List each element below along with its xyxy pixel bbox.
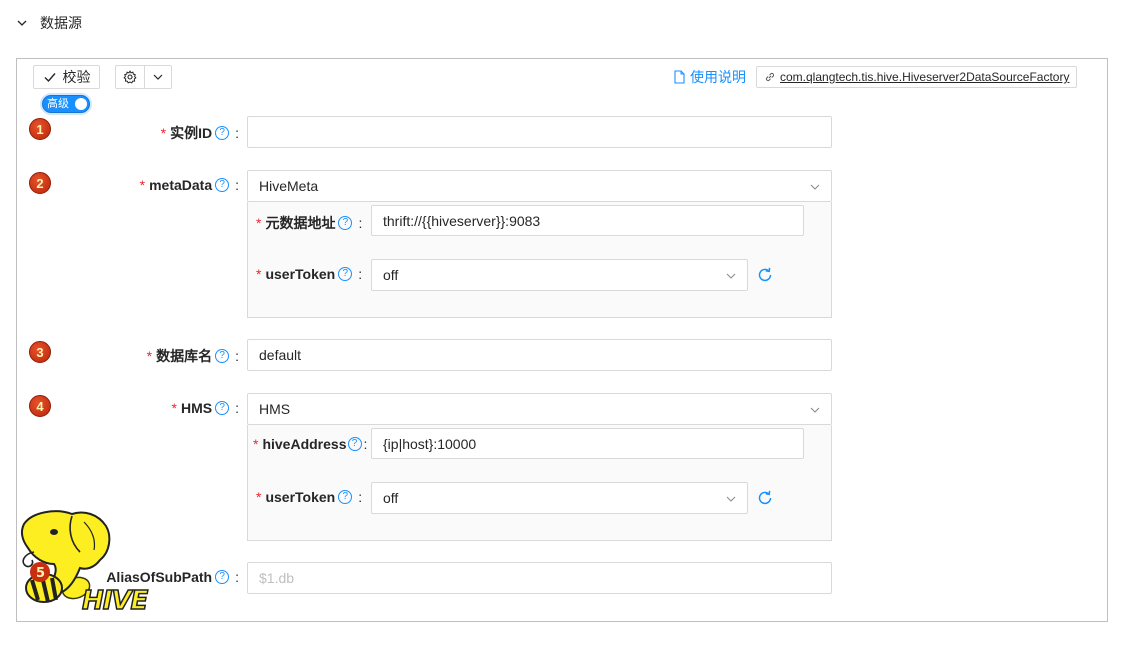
field-label-text: metaData xyxy=(149,177,213,193)
datasource-panel: 校验 高级 使用说明 com.qlangtech.tis.hive.Hivese… xyxy=(16,58,1108,622)
field-label-text: 数据库名 xyxy=(156,348,213,364)
field-label-text: 实例ID xyxy=(170,125,213,141)
instance-id-input[interactable] xyxy=(247,116,832,148)
settings-button[interactable] xyxy=(116,66,144,88)
question-circle-icon[interactable]: ? xyxy=(215,178,230,192)
section-header[interactable]: 数据源 xyxy=(16,12,82,34)
chevron-down-icon xyxy=(726,496,736,502)
refresh-icon[interactable] xyxy=(756,489,774,507)
settings-dropdown-toggle[interactable] xyxy=(144,66,171,88)
chevron-down-icon[interactable] xyxy=(16,17,28,29)
toggle-knob xyxy=(75,98,87,110)
meta-address-input[interactable]: thrift://{{hiveserver}}:9083 xyxy=(371,205,804,236)
label-colon: : xyxy=(235,177,239,193)
alias-of-subpath-placeholder: $1.db xyxy=(259,570,295,586)
section-title: 数据源 xyxy=(40,15,82,31)
field-label-hive-address: * hiveAddress ? : xyxy=(253,436,367,452)
required-mark: * xyxy=(146,348,153,364)
metadata-sub-panel: * 元数据地址 ? : thrift://{{hiveserver}}:9083… xyxy=(247,202,832,318)
label-colon: : xyxy=(358,215,363,231)
required-mark: * xyxy=(256,489,262,505)
user-token-select[interactable]: off xyxy=(371,482,748,514)
label-colon: : xyxy=(363,436,368,452)
required-mark: * xyxy=(171,400,177,416)
field-label-hms: * HMS ? : xyxy=(172,400,239,416)
field-label-metadata: * metaData ? : xyxy=(140,177,239,193)
refresh-icon[interactable] xyxy=(756,266,774,284)
step-badge: 1 xyxy=(29,118,51,140)
required-mark: * xyxy=(256,266,262,282)
field-label-instance-id: * 实例ID ? : xyxy=(161,123,239,143)
hms-select-value: HMS xyxy=(259,401,291,417)
field-label-text: userToken xyxy=(265,489,336,505)
required-mark: * xyxy=(160,125,167,141)
user-token-select[interactable]: off xyxy=(371,259,748,291)
question-circle-icon[interactable]: ? xyxy=(338,490,353,504)
user-token-select-value: off xyxy=(383,267,399,283)
check-icon xyxy=(44,73,56,83)
step-badge: 4 xyxy=(29,395,51,417)
chevron-down-icon xyxy=(726,273,736,279)
hive-logo-text: HIVE xyxy=(81,585,149,617)
chevron-down-icon xyxy=(153,74,163,80)
user-token-select-value: off xyxy=(383,490,399,506)
required-mark: * xyxy=(253,436,259,452)
settings-dropdown[interactable] xyxy=(115,65,172,89)
alias-of-subpath-input[interactable]: $1.db xyxy=(247,562,832,594)
hms-select[interactable]: HMS xyxy=(247,393,832,425)
label-colon: : xyxy=(358,266,363,282)
step-badge: 2 xyxy=(29,172,51,194)
required-mark: * xyxy=(139,177,146,193)
question-circle-icon[interactable]: ? xyxy=(215,126,230,140)
field-label-user-token: * userToken ? : xyxy=(256,266,362,282)
metadata-select[interactable]: HiveMeta xyxy=(247,170,832,202)
question-circle-icon[interactable]: ? xyxy=(215,401,230,415)
hive-address-input[interactable]: {ip|host}:10000 xyxy=(371,428,804,459)
field-label-text: hiveAddress xyxy=(262,436,347,452)
required-mark: * xyxy=(256,215,262,231)
label-colon: : xyxy=(358,489,363,505)
metadata-select-value: HiveMeta xyxy=(259,178,319,194)
label-colon: : xyxy=(235,125,239,141)
question-circle-icon[interactable]: ? xyxy=(215,349,230,363)
document-icon xyxy=(674,70,685,84)
field-label-user-token: * userToken ? : xyxy=(256,489,362,505)
question-circle-icon[interactable]: ? xyxy=(338,267,353,281)
question-circle-icon[interactable]: ? xyxy=(347,437,362,451)
hms-sub-panel: * hiveAddress ? : {ip|host}:10000 * user… xyxy=(247,425,832,541)
chevron-down-icon xyxy=(810,184,820,190)
field-label-alias-of-subpath: AliasOfSubPath ? : xyxy=(106,569,239,585)
field-label-db-name: * 数据库名 ? : xyxy=(147,346,239,366)
link-icon xyxy=(765,72,775,82)
db-name-input[interactable]: default xyxy=(247,339,832,371)
chevron-down-icon xyxy=(810,407,820,413)
verify-button[interactable]: 校验 xyxy=(33,65,100,89)
factory-class-link[interactable]: com.qlangtech.tis.hive.Hiveserver2DataSo… xyxy=(756,66,1078,88)
label-colon: : xyxy=(235,400,239,416)
label-colon: : xyxy=(235,348,239,364)
advanced-toggle[interactable]: 高级 xyxy=(42,95,90,113)
verify-label: 校验 xyxy=(62,69,91,85)
field-label-text: HMS xyxy=(180,400,213,416)
usage-doc-label: 使用说明 xyxy=(690,69,746,85)
step-badge: 3 xyxy=(29,341,51,363)
question-circle-icon[interactable]: ? xyxy=(215,570,230,584)
field-label-text: AliasOfSubPath xyxy=(106,569,213,585)
gear-icon xyxy=(123,70,137,84)
advanced-toggle-label: 高级 xyxy=(47,98,69,110)
field-label-text: 元数据地址 xyxy=(265,215,336,231)
svg-text:5: 5 xyxy=(36,566,45,581)
usage-doc-link[interactable]: 使用说明 xyxy=(673,67,746,87)
question-circle-icon[interactable]: ? xyxy=(338,216,353,230)
label-colon: : xyxy=(235,569,239,585)
field-label-text: userToken xyxy=(265,266,336,282)
field-label-meta-address: * 元数据地址 ? : xyxy=(256,213,362,233)
factory-class-label: com.qlangtech.tis.hive.Hiveserver2DataSo… xyxy=(780,70,1070,84)
